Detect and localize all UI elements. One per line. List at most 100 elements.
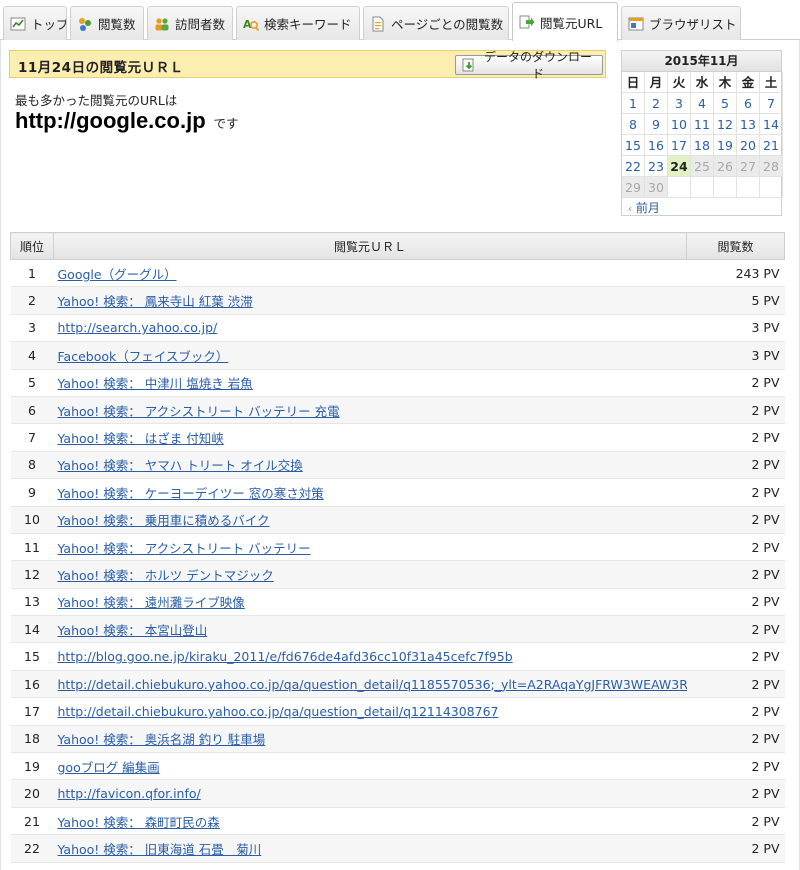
referrer-link[interactable]: Yahoo! 検索： アクシストリート バッテリー 充電 [58, 404, 340, 419]
previous-month-label: 前月 [635, 201, 660, 215]
calendar-day-today[interactable]: 24 [668, 156, 691, 177]
calendar-day[interactable]: 23 [645, 156, 668, 177]
url-cell: gooブログ 編集画 [53, 752, 687, 781]
url-cell: Yahoo! 検索： 奥浜名湖 釣り 駐車場 [53, 725, 687, 754]
referrer-link[interactable]: http://blog.goo.ne.jp/kiraku_2011/e/fd67… [58, 649, 513, 664]
calendar-empty-cell [714, 177, 737, 198]
rank-cell: 4 [10, 341, 54, 370]
tab-visitors[interactable]: 訪問者数 [147, 6, 233, 40]
referrer-link[interactable]: Yahoo! 検索： 中津川 塩焼き 岩魚 [58, 376, 253, 391]
pageview-count-cell: 3 PV [686, 314, 785, 343]
referrer-link[interactable]: Yahoo! 検索： 鳳来寺山 紅葉 渋滞 [58, 294, 253, 309]
rank-cell: 5 [10, 369, 54, 397]
rank-cell: 16 [10, 670, 54, 699]
calendar-day[interactable]: 11 [691, 114, 714, 135]
summary-intro: 最も多かった閲覧元のURLは [15, 93, 178, 108]
referrer-link[interactable]: Yahoo! 検索： ケーヨーデイツー 窓の寒さ対策 [58, 486, 324, 501]
weekday-header: 土 [760, 72, 783, 93]
calendar-day[interactable]: 17 [668, 135, 691, 156]
table-row: 18 Yahoo! 検索： 奥浜名湖 釣り 駐車場 2 PV [10, 725, 785, 754]
pageview-count-cell: 2 PV [686, 478, 785, 507]
calendar-day[interactable]: 20 [737, 135, 760, 156]
rank-cell: 22 [10, 834, 54, 863]
calendar-day[interactable]: 19 [714, 135, 737, 156]
rank-cell: 7 [10, 423, 54, 452]
referrer-link[interactable]: Facebook（フェイスブック） [58, 349, 229, 364]
calendar-day[interactable]: 3 [668, 93, 691, 114]
tab-top[interactable]: トップ [3, 6, 67, 40]
tab-pageviews[interactable]: 閲覧数 [70, 6, 144, 40]
referrer-link[interactable]: Yahoo! 検索： 遠州灘ライブ映像 [58, 595, 245, 610]
table-row: 12 Yahoo! 検索： ホルツ デントマジック 2 PV [10, 560, 785, 589]
calendar-day[interactable]: 6 [737, 93, 760, 114]
url-cell: http://search.yahoo.co.jp/ [53, 314, 687, 343]
calendar-day[interactable]: 7 [760, 93, 783, 114]
calendar-day[interactable]: 5 [714, 93, 737, 114]
referrer-link[interactable]: Yahoo! 検索： 奥浜名湖 釣り 駐車場 [58, 732, 266, 747]
download-arrow-icon [462, 58, 476, 72]
rank-cell: 1 [10, 259, 54, 288]
calendar-day[interactable]: 1 [622, 93, 645, 114]
tab-keywords[interactable]: A 検索キーワード [236, 6, 360, 40]
weekday-header: 日 [622, 72, 645, 93]
tab-page-views[interactable]: ページごとの閲覧数 [363, 6, 509, 40]
pageview-count-cell: 2 PV [686, 752, 785, 781]
rank-cell: 9 [10, 478, 54, 507]
calendar-day[interactable]: 12 [714, 114, 737, 135]
referrer-link[interactable]: Yahoo! 検索： アクシストリート バッテリー [58, 541, 311, 556]
tab-browser-list[interactable]: ブラウザリスト [621, 6, 741, 40]
pageview-count-cell: 2 PV [686, 697, 785, 726]
referrer-arrow-icon [519, 14, 535, 30]
referrer-link[interactable]: Yahoo! 検索： ヤマハ トリート オイル交換 [58, 458, 303, 473]
calendar-day: 25 [691, 156, 714, 177]
referrer-link[interactable]: http://favicon.qfor.info/ [58, 786, 201, 801]
calendar-day[interactable]: 21 [760, 135, 783, 156]
pageview-count-cell: 2 PV [686, 451, 785, 480]
pageview-count-cell: 5 PV [686, 286, 785, 315]
calendar-day[interactable]: 2 [645, 93, 668, 114]
download-data-button[interactable]: データのダウンロード [455, 50, 603, 81]
calendar-day[interactable]: 13 [737, 114, 760, 135]
tab-label: ページごとの閲覧数 [391, 17, 504, 32]
tab-referrer-url[interactable]: 閲覧元URL [512, 2, 618, 41]
table-row: 3 http://search.yahoo.co.jp/3 PV [10, 314, 785, 343]
url-cell: Yahoo! 検索： アクシストリート バッテリー [53, 533, 687, 562]
rank-cell: 2 [10, 286, 54, 315]
calendar-day[interactable]: 8 [622, 114, 645, 135]
table-row: 16 http://detail.chiebukuro.yahoo.co.jp/q… [10, 670, 785, 699]
calendar-day[interactable]: 10 [668, 114, 691, 135]
calendar-day[interactable]: 16 [645, 135, 668, 156]
calendar-day[interactable]: 14 [760, 114, 783, 135]
pageview-count-cell: 2 PV [686, 834, 785, 863]
calendar-day[interactable]: 9 [645, 114, 668, 135]
referrer-link[interactable]: Yahoo! 検索： 森町町民の森 [58, 815, 220, 830]
table-row: 20 http://favicon.qfor.info/2 PV [10, 779, 785, 808]
referrer-link[interactable]: gooブログ 編集画 [58, 760, 160, 775]
calendar-day[interactable]: 4 [691, 93, 714, 114]
weekday-header: 金 [737, 72, 760, 93]
table-row: 11 Yahoo! 検索： アクシストリート バッテリー 2 PV [10, 533, 785, 562]
referrer-link[interactable]: Yahoo! 検索： 旧東海道 石畳 菊川 [58, 842, 262, 857]
calendar-day[interactable]: 18 [691, 135, 714, 156]
calendar-day: 26 [714, 156, 737, 177]
referrer-link[interactable]: Google（グーグル） [58, 267, 177, 282]
referrer-link[interactable]: http://search.yahoo.co.jp/ [58, 320, 218, 335]
url-cell: http://detail.chiebukuro.yahoo.co.jp/qa/… [53, 670, 687, 699]
referrer-link[interactable]: http://detail.chiebukuro.yahoo.co.jp/qa/… [58, 677, 687, 692]
url-cell: Yahoo! 検索： 旧東海道 石畳 菊川 [53, 834, 687, 863]
calendar-day[interactable]: 22 [622, 156, 645, 177]
url-cell: Yahoo! 検索： アクシストリート バッテリー 充電 [53, 396, 687, 425]
url-cell: Yahoo! 検索： 中津川 塩焼き 岩魚 [53, 369, 687, 397]
referrer-link[interactable]: Yahoo! 検索： 本宮山登山 [58, 623, 208, 638]
top-referrer-url: http://google.co.jp [15, 108, 206, 133]
referrer-link[interactable]: Yahoo! 検索： ホルツ デントマジック [58, 568, 274, 583]
previous-month-link[interactable]: ‹ 前月 [622, 198, 781, 218]
table-row: 4 Facebook（フェイスブック） 3 PV [10, 341, 785, 370]
referrer-link[interactable]: Yahoo! 検索： 乗用車に積めるバイク [58, 513, 270, 528]
pageview-count-cell: 2 PV [686, 533, 785, 562]
referrer-link[interactable]: Yahoo! 検索： はざま 付知峡 [58, 431, 224, 446]
calendar-day[interactable]: 15 [622, 135, 645, 156]
table-row: 22 Yahoo! 検索： 旧東海道 石畳 菊川 2 PV [10, 834, 785, 863]
pageview-count-cell: 2 PV [686, 423, 785, 452]
referrer-link[interactable]: http://detail.chiebukuro.yahoo.co.jp/qa/… [58, 704, 499, 719]
